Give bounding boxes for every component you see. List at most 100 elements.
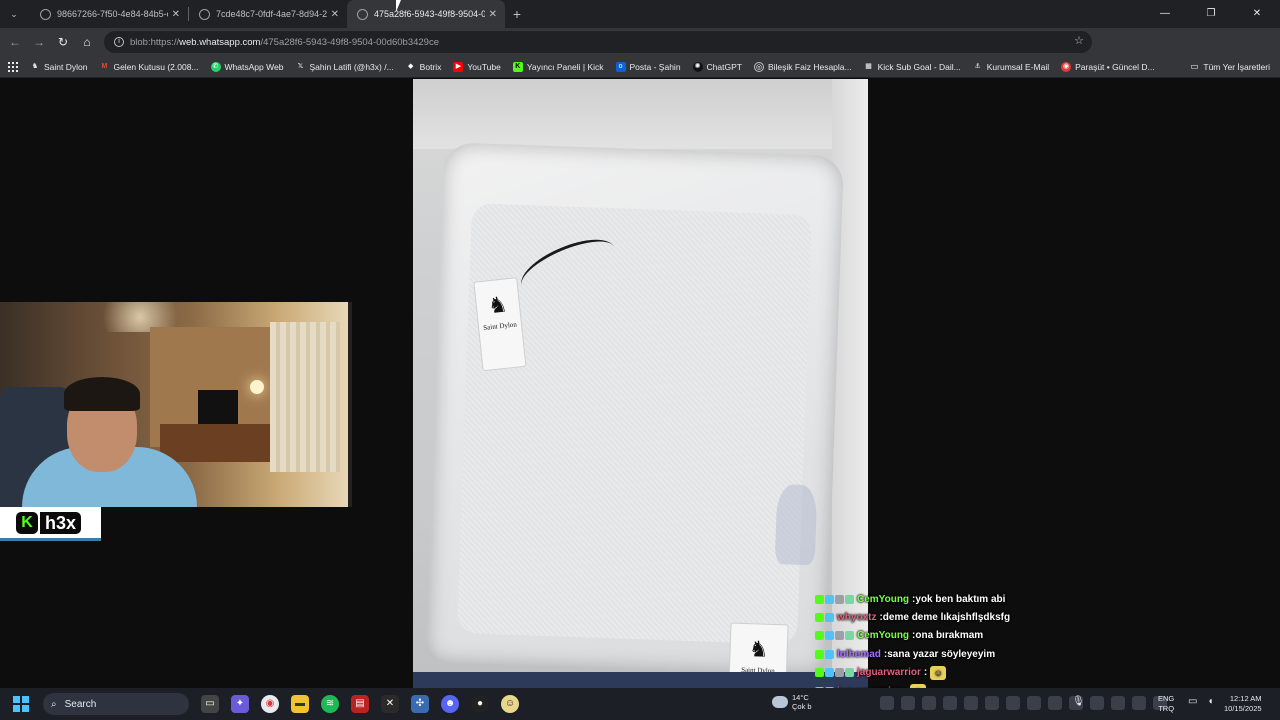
new-tab-button[interactable]: + [505, 6, 529, 22]
microphone-icon[interactable]: 🎙 [1072, 696, 1085, 707]
back-icon[interactable]: ← [3, 35, 27, 49]
chat-text: deme deme lıkajshflşdksfg [882, 612, 1011, 624]
copilot-icon[interactable]: ✦ [231, 695, 249, 713]
bookmark-item[interactable]: K Yayıncı Paneli | Kick [512, 61, 604, 72]
browser-tab-1[interactable]: 98667266-7f50-4e84-84b5-c8: ✕ [30, 0, 188, 28]
minimize-icon[interactable]: — [1142, 0, 1188, 28]
close-tab-icon[interactable]: ✕ [489, 9, 497, 20]
search-icon: ⌕ [51, 698, 57, 710]
bookmark-item[interactable]: ▶ YouTube [453, 61, 501, 72]
chat-username[interactable]: CemYoung [857, 594, 909, 605]
restore-icon[interactable]: ❐ [1188, 0, 1234, 28]
streamer [22, 377, 197, 507]
badge-icon [845, 594, 854, 604]
globe-icon [40, 8, 51, 20]
chat-message: whyoxtz: deme deme lıkajshflşdksfg [815, 608, 1115, 626]
pinned-apps: ▭ ✦ ◉ ▬ ≋ ▤ ✕ ✣ ☻ ● ☺ [201, 695, 519, 713]
apps-grid-icon[interactable] [8, 61, 18, 72]
youtube-icon: ▶ [453, 61, 464, 72]
tray-app-icon[interactable] [1027, 696, 1041, 710]
bookmark-item[interactable]: ▦ Kick Sub Goal - Dail... [864, 62, 960, 72]
tray-app-icon[interactable] [901, 696, 915, 710]
tray-app-icon[interactable] [1132, 696, 1146, 710]
tray-app-icon[interactable] [1090, 696, 1104, 710]
tray-app-icon[interactable] [1111, 696, 1125, 710]
app-icon[interactable]: ● [471, 695, 489, 713]
tray-app-icon[interactable] [943, 696, 957, 710]
network-icon: ▭ [1188, 696, 1198, 707]
close-tab-icon[interactable]: ✕ [331, 9, 339, 20]
bookmark-item[interactable]: ✺ ChatGPT [692, 61, 742, 72]
cloud-icon [772, 696, 788, 708]
page-content: ♞ Saint Dylon ♞ Saint Dylon S K h3x CemY… [0, 79, 1280, 715]
tray-app-icon[interactable] [985, 696, 999, 710]
badge-icon [845, 668, 854, 678]
badge-icon [835, 631, 844, 641]
kick-logo-icon: K [16, 511, 38, 534]
terminal-icon[interactable]: ✕ [381, 695, 399, 713]
badge-icon [825, 594, 834, 604]
language-indicator[interactable]: ENG TRQ [1158, 694, 1174, 714]
all-bookmarks-folder[interactable]: ▭ Tüm Yer İşaretleri [1190, 61, 1270, 72]
clock[interactable]: 12:12 AM 10/15/2025 [1224, 694, 1262, 714]
network-volume-icons[interactable]: ▭ ◖ [1188, 696, 1214, 707]
windows-taskbar: ⌕ Search ▭ ✦ ◉ ▬ ≋ ▤ ✕ ✣ ☻ ● ☺ 14°C Çok … [0, 688, 1280, 720]
windows-start-icon[interactable] [13, 696, 29, 712]
reload-icon[interactable]: ↻ [51, 35, 75, 49]
browser-tab-2[interactable]: 7cde48c7-0fdf-4ae7-8d94-2cd ✕ [189, 0, 347, 28]
close-window-icon[interactable]: ✕ [1234, 0, 1280, 28]
photo-floor [413, 672, 868, 688]
parasut-icon: ◉ [1061, 61, 1072, 72]
television [198, 390, 238, 426]
file-explorer-icon[interactable]: ▬ [291, 695, 309, 713]
bookmark-label: Yayıncı Paneli | Kick [526, 61, 604, 72]
weather-widget[interactable]: 14°C Çok b [772, 693, 812, 711]
bookmark-label: ChatGPT [706, 61, 742, 72]
badge-icon [825, 649, 834, 659]
bookmark-item[interactable]: ♞ Saint Dylon [30, 62, 88, 72]
task-view-icon[interactable]: ▭ [201, 695, 219, 713]
tray-app-icon[interactable] [1048, 696, 1062, 710]
system-icons: 🎙 [1072, 696, 1085, 707]
tray-app-icon[interactable] [922, 696, 936, 710]
window-controls: — ❐ ✕ [1142, 0, 1280, 28]
url-path: /475a28f6-5943-49f8-9504-00d60b3429ce [260, 36, 439, 48]
chrome-icon[interactable]: ◉ [261, 695, 279, 713]
curtain [270, 322, 340, 472]
chat-username[interactable]: CemYoung [857, 630, 909, 641]
bookmark-item[interactable]: ◎ Bileşik Faiz Hesapla... [753, 61, 852, 72]
taskbar-search[interactable]: ⌕ Search [43, 693, 189, 715]
bookmarks-bar: ♞ Saint Dylon M Gelen Kutusu (2.008... ✆ Wh… [0, 56, 1280, 78]
chat-username[interactable]: whyoxtz [837, 612, 876, 623]
bookmark-star-icon[interactable]: ☆ [1074, 34, 1084, 47]
badge-icon [815, 631, 824, 641]
tray-app-icon[interactable] [1006, 696, 1020, 710]
address-bar[interactable]: i blob:https://web.whatsapp.com/475a28f6… [104, 31, 1092, 53]
channel-name: h3x [40, 511, 82, 534]
bookmark-item[interactable]: ✆ WhatsApp Web [210, 61, 283, 72]
chat-username[interactable]: lolhemad [837, 649, 881, 660]
app-icon[interactable]: ▤ [351, 695, 369, 713]
bookmark-item[interactable]: 𝕏 Şahin Latifi (@h3x) /... [295, 62, 394, 72]
bookmark-item[interactable]: ⚓ Kurumsal E-Mail [973, 62, 1050, 72]
close-tab-icon[interactable]: ✕ [172, 9, 180, 20]
tray-app-icon[interactable] [964, 696, 978, 710]
mail-icon: ⚓ [974, 62, 981, 70]
bookmark-item[interactable]: M Gelen Kutusu (2.008... [99, 62, 199, 72]
site-info-icon[interactable]: i [114, 37, 124, 47]
bookmark-item[interactable]: ◉ Paraşüt • Güncel D... [1061, 61, 1155, 72]
spotify-icon[interactable]: ≋ [321, 695, 339, 713]
bookmark-item[interactable]: o Posta - Şahin [615, 61, 681, 72]
app-icon[interactable]: ☺ [501, 695, 519, 713]
chat-message: lolhemad: sana yazar söyleyeyim [815, 645, 1115, 663]
forward-icon[interactable]: → [27, 35, 51, 49]
bookmark-item[interactable]: ◆ Botrix [406, 62, 441, 72]
tab-search-button[interactable]: ⌄ [4, 4, 24, 24]
browser-tab-3[interactable]: 475a28f6-5943-49f8-9504-00d ✕ [347, 0, 505, 28]
app-icon[interactable]: ✣ [411, 695, 429, 713]
tray-app-icon[interactable] [880, 696, 894, 710]
chat-text: sana yazar söyleyeyim [887, 648, 996, 660]
chat-username[interactable]: jaguarwarrior [857, 667, 921, 678]
home-icon[interactable]: ⌂ [75, 35, 99, 49]
discord-icon[interactable]: ☻ [441, 695, 459, 713]
